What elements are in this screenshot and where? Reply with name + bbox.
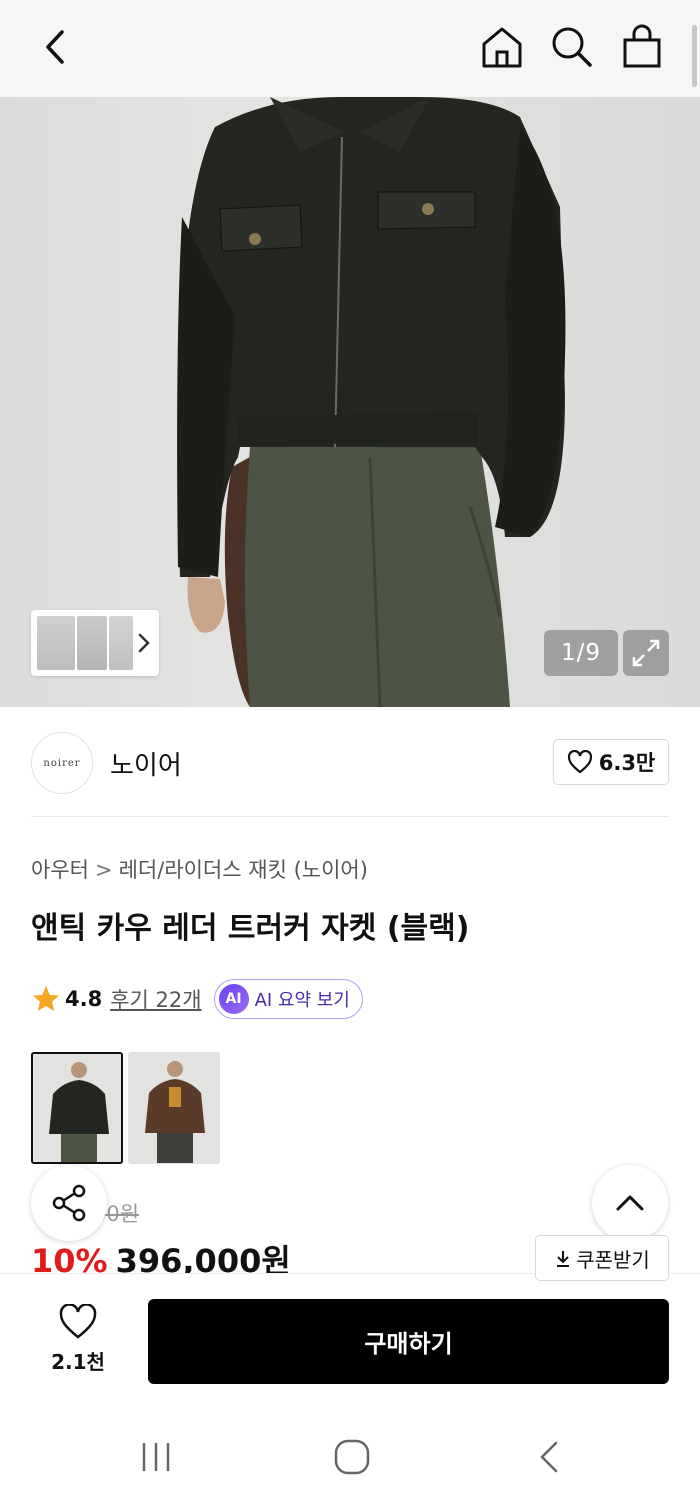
ai-summary-button[interactable]: AI AI 요약 보기 <box>213 979 363 1019</box>
chevron-up-icon <box>616 1195 644 1211</box>
back-nav-icon[interactable] <box>532 1437 568 1477</box>
heart-icon <box>59 1303 97 1339</box>
search-icon[interactable] <box>547 22 597 72</box>
review-count-link[interactable]: 후기 22개 <box>110 984 201 1014</box>
image-counter: 1/9 <box>544 630 618 676</box>
brand-name[interactable]: 노이어 <box>110 745 182 782</box>
brand-like-button[interactable]: 6.3만 <box>553 739 669 785</box>
ai-summary-label: AI 요약 보기 <box>254 990 350 1011</box>
expand-icon[interactable] <box>623 630 669 676</box>
product-hero-image[interactable]: 1/9 <box>0 97 700 707</box>
chevron-right-icon[interactable] <box>137 632 151 654</box>
home-icon[interactable] <box>477 22 527 72</box>
color-swatch-black[interactable] <box>31 1052 123 1164</box>
brand-like-count: 6.3만 <box>598 751 656 775</box>
breadcrumb: 아우터 > 레더/라이더스 재킷 (노이어) <box>31 854 368 884</box>
color-swatch-brown[interactable] <box>128 1052 220 1164</box>
thumbnail-1[interactable] <box>37 616 75 670</box>
thumbnail-strip[interactable] <box>31 610 159 676</box>
shopping-bag-icon[interactable] <box>617 22 667 72</box>
bottom-action-bar: 쿠폰받기 2.1천 구매하기 <box>0 1235 700 1413</box>
share-icon <box>52 1184 86 1222</box>
scrollbar[interactable] <box>692 25 697 87</box>
wishlist-count: 2.1천 <box>51 1350 105 1374</box>
system-nav-bar <box>0 1413 700 1500</box>
share-button[interactable] <box>31 1165 107 1241</box>
coupon-button[interactable]: 쿠폰받기 <box>535 1235 669 1281</box>
top-app-bar <box>0 0 700 97</box>
breadcrumb-subcategory[interactable]: 레더/라이더스 재킷 (노이어) <box>119 858 368 882</box>
buy-button[interactable]: 구매하기 <box>148 1299 669 1384</box>
breadcrumb-separator: > <box>94 858 113 882</box>
wishlist-button[interactable]: 2.1천 <box>38 1303 118 1375</box>
breadcrumb-category[interactable]: 아우터 <box>31 858 89 882</box>
brand-logo[interactable]: noirer <box>31 732 93 794</box>
recent-apps-icon[interactable] <box>138 1439 174 1475</box>
product-title: 앤틱 카우 레더 트러커 자켓 (블랙) <box>31 911 470 946</box>
scroll-to-top-button[interactable] <box>592 1165 668 1241</box>
rating-row: 4.8 후기 22개 AI AI 요약 보기 <box>31 979 363 1019</box>
rating-score: 4.8 <box>65 987 103 1011</box>
star-icon <box>33 986 59 1011</box>
divider <box>31 816 669 817</box>
coupon-label: 쿠폰받기 <box>576 1247 650 1272</box>
heart-icon <box>567 750 592 774</box>
thumbnail-2[interactable] <box>77 616 107 670</box>
ai-badge-icon: AI <box>218 984 249 1014</box>
download-icon <box>557 1251 570 1267</box>
home-nav-icon[interactable] <box>332 1437 372 1477</box>
back-arrow-icon[interactable] <box>30 22 80 72</box>
thumbnail-3[interactable] <box>109 616 133 670</box>
